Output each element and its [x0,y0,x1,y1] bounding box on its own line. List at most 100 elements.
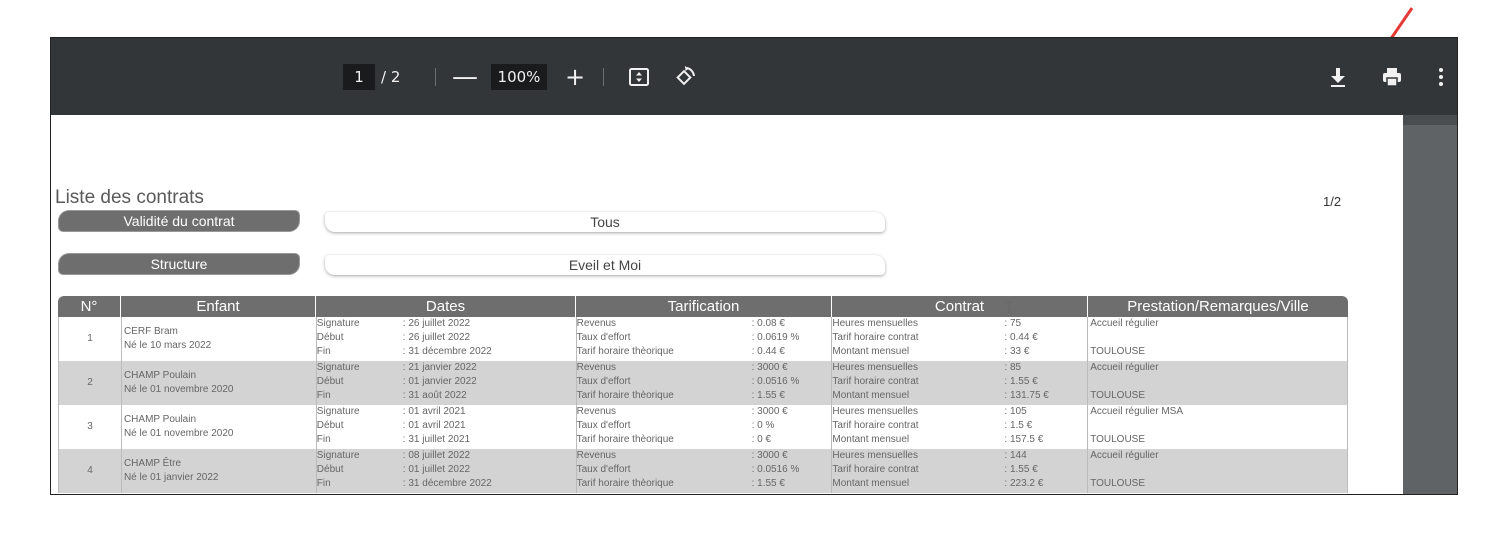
contrat-value: : 105 [1004,406,1027,417]
contrat-entry: Heures mensuelles: 75 [832,317,1087,331]
row-number: 3 [59,405,122,449]
contrat-cell: Heures mensuelles : 105 Tarif horaire cont… [832,405,1089,449]
dates-cell: Signature: 08 juillet 2022 Début: 01 juil… [317,449,577,493]
dates-key: Fin [316,478,331,489]
zoom-out-button[interactable]: — [451,64,479,90]
contrat-key: Tarif horaire contrat [832,376,919,387]
tarification-entry: Revenus : 3000 € [577,449,832,463]
contrat-value: : 157.5 € [1004,434,1044,445]
child-name: CHAMP Être [123,458,182,469]
more-options-button[interactable] [1431,64,1451,90]
dates-key: Signature [316,406,360,417]
download-button[interactable] [1325,64,1351,90]
tarification-cell: Revenus: 3000 € Taux d'effort: 0.0516 % Ta… [577,449,833,493]
contrat-entry: Tarif horaire contrat: 1.5 € [832,419,1087,433]
contrat-key: Heures mensuelles [832,406,918,417]
tarification-key: Taux d'effort [576,376,631,387]
tarification-entry: Tarif horaire thèorique: 0.44 € [577,345,832,359]
contrat-value: : 144 [1004,450,1027,461]
tarification-key: Revenus [576,406,617,417]
document-title: Liste des contrats [55,187,204,208]
tarification-value: : 0.0619 % [751,332,800,343]
tarification-key: Tarif horaire thèorique [576,390,674,401]
contrat-entry: Montant mensuel: 157.5 € [832,433,1087,447]
rotate-button[interactable] [671,64,699,90]
row-number: 4 [59,449,122,493]
col-header-contrat: Contrat [832,296,1088,317]
dates-cell: Signature: 26 juillet 2022 Début: 26 juil… [317,317,577,361]
tarification-entry: Revenus: 3000 € [577,361,832,375]
fit-page-button[interactable] [626,64,652,90]
row-number: 1 [59,317,122,361]
child-birth: Né le 10 mars 2022 [123,340,212,351]
zoom-level-input[interactable]: 100% [491,64,547,90]
toolbar-divider [435,68,436,86]
contrat-value: : 131.75 € [1004,390,1049,401]
contrat-key: Heures mensuelles [832,318,918,329]
tarification-value: : 3000 € [751,450,788,461]
dates-key: Fin [316,346,331,357]
print-button[interactable] [1379,64,1405,90]
tarification-entry: Tarif horaire thèorique: 1.55 € [577,389,832,403]
table-header: N° Enfant Dates Tarification Contrat Pre… [58,296,1348,317]
contrat-key: Tarif horaire contrat [832,464,919,475]
dates-entry: Signature: 21 janvier 2022 [317,361,576,375]
tarification-key: Taux d'effort [576,332,631,343]
contrat-entry: Tarif horaire contrat: 1.55 € [832,375,1087,389]
contrat-value: : 33 € [1004,346,1030,357]
dates-entry: Signature: 26 juillet 2022 [317,317,576,331]
contrat-entry: Heures mensuelles: 85 [832,361,1087,375]
page-total-label: / 2 [381,68,401,86]
child-cell: CHAMP Poulain Né le 01 novembre 2020 [122,405,317,449]
contrat-entry: Tarif horaire contrat: 0.44 € [832,331,1087,345]
dates-key: Fin [316,434,331,445]
prestation-city: TOULOUSE [1090,390,1146,401]
dates-entry: Fin: 31 décembre 2022 [317,345,576,359]
tarification-cell: Revenus: 0.08 € Taux d'effort: 0.0619 % Ta… [577,317,833,361]
page-indicator: 1/2 [1323,194,1342,209]
table-row: 3 CHAMP Poulain Né le 01 novembre 2020 Sign… [58,405,1348,449]
prestation-city: TOULOUSE [1090,478,1146,489]
table-row: 4 CHAMP Être Né le 01 janvier 2022 Signatur… [58,449,1348,493]
dates-key: Début [316,332,344,343]
prestation-city: TOULOUSE [1090,434,1146,445]
toolbar-divider [603,68,604,86]
dates-entry: Fin: 31 décembre 2022 [317,477,576,491]
tarification-value: : 3000 € [751,362,788,373]
contrat-cell: Heures mensuelles: 75 Tarif horaire contr… [832,317,1089,361]
dates-entry: Signature: 01 avril 2021 [317,405,576,419]
filter-value-structure: Eveil et Moi [325,255,885,275]
prestation-cell: Accueil régulier TOULOUSE [1088,317,1348,361]
pdf-viewer: 1 / 2 — 100% + Liste des contrats 1/2 Va… [50,37,1458,495]
page-number-input[interactable]: 1 [343,64,375,90]
tarification-cell: Revenus: 3000 € Taux d'effort: 0 % Tarif h… [577,405,833,449]
pdf-page: Liste des contrats 1/2 Validité du contr… [51,115,1403,494]
zoom-in-button[interactable]: + [561,63,589,91]
prestation-type: Accueil régulier [1090,318,1159,329]
child-birth: Né le 01 novembre 2020 [123,428,234,439]
tarification-key: Taux d'effort [576,420,631,431]
prestation-type: Accueil régulier [1090,362,1159,373]
tarification-entry: Tarif horaire thèorique: 0 € [577,433,832,447]
tarification-value: : 0.08 € [751,318,785,329]
contrat-key: Montant mensuel [832,346,910,357]
tarification-entry: Taux d'effort : 0.0619 % [577,331,832,345]
contrat-entry: Montant mensuel : 131.75 € [832,389,1087,403]
contrat-key: Tarif horaire contrat [832,332,919,343]
tarification-entry: Taux d'effort: 0 % [577,419,832,433]
child-birth: Né le 01 novembre 2020 [123,384,234,395]
dates-key: Signature [316,362,360,373]
child-birth: Né le 01 janvier 2022 [123,472,219,483]
col-header-enfant: Enfant [121,296,316,317]
scrollbar-thumb[interactable] [1403,115,1457,125]
scrollbar[interactable] [1403,115,1457,494]
prestation-city: TOULOUSE [1090,346,1146,357]
dates-entry: Fin: 31 août 2022 [317,389,576,403]
contrat-key: Montant mensuel [832,390,910,401]
tarification-key: Revenus [576,450,617,461]
table-row: 2 CHAMP Poulain Né le 01 novembre 2020 Sign… [58,361,1348,405]
dates-value: : 01 juillet 2022 [402,464,471,475]
tarification-key: Revenus [576,318,617,329]
text-cursor-icon [1006,301,1012,313]
filter-label-validite: Validité du contrat [59,211,299,231]
